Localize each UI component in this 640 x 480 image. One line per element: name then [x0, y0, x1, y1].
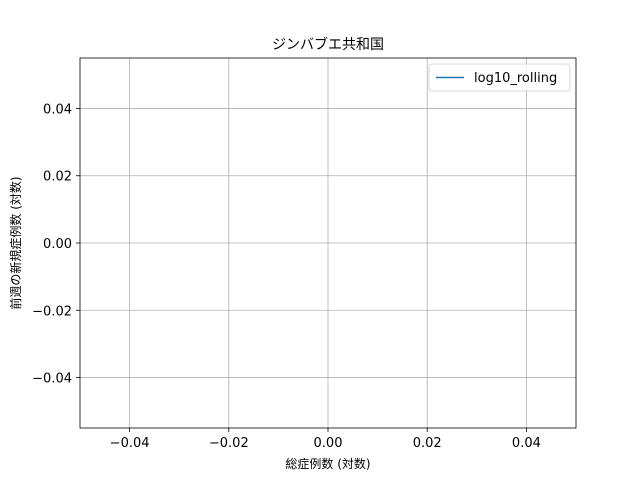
- y-tick-label: 0.04: [43, 102, 72, 117]
- legend: log10_rolling: [428, 63, 571, 92]
- chart-figure: −0.04 −0.02 0.00 0.02 0.04 −0.04 −0.02 0.00 0.0…: [0, 0, 640, 480]
- x-tick-label: −0.02: [209, 436, 249, 451]
- chart-title: ジンバブエ共和国: [272, 36, 384, 53]
- y-tick-label: 0.00: [43, 237, 72, 252]
- y-axis-label: 前週の新規症例数 (対数): [8, 176, 23, 309]
- x-tick-label: −0.04: [110, 436, 150, 451]
- x-tick-label: 0.00: [314, 436, 343, 451]
- legend-label: log10_rolling: [474, 71, 557, 86]
- x-tick-label: 0.04: [512, 436, 541, 451]
- x-tick-label: 0.02: [413, 436, 442, 451]
- y-tick-label: −0.02: [32, 304, 72, 319]
- y-tick-label: −0.04: [32, 372, 72, 387]
- y-tick-label: 0.02: [43, 170, 72, 185]
- x-axis-label: 総症例数 (対数): [285, 456, 370, 471]
